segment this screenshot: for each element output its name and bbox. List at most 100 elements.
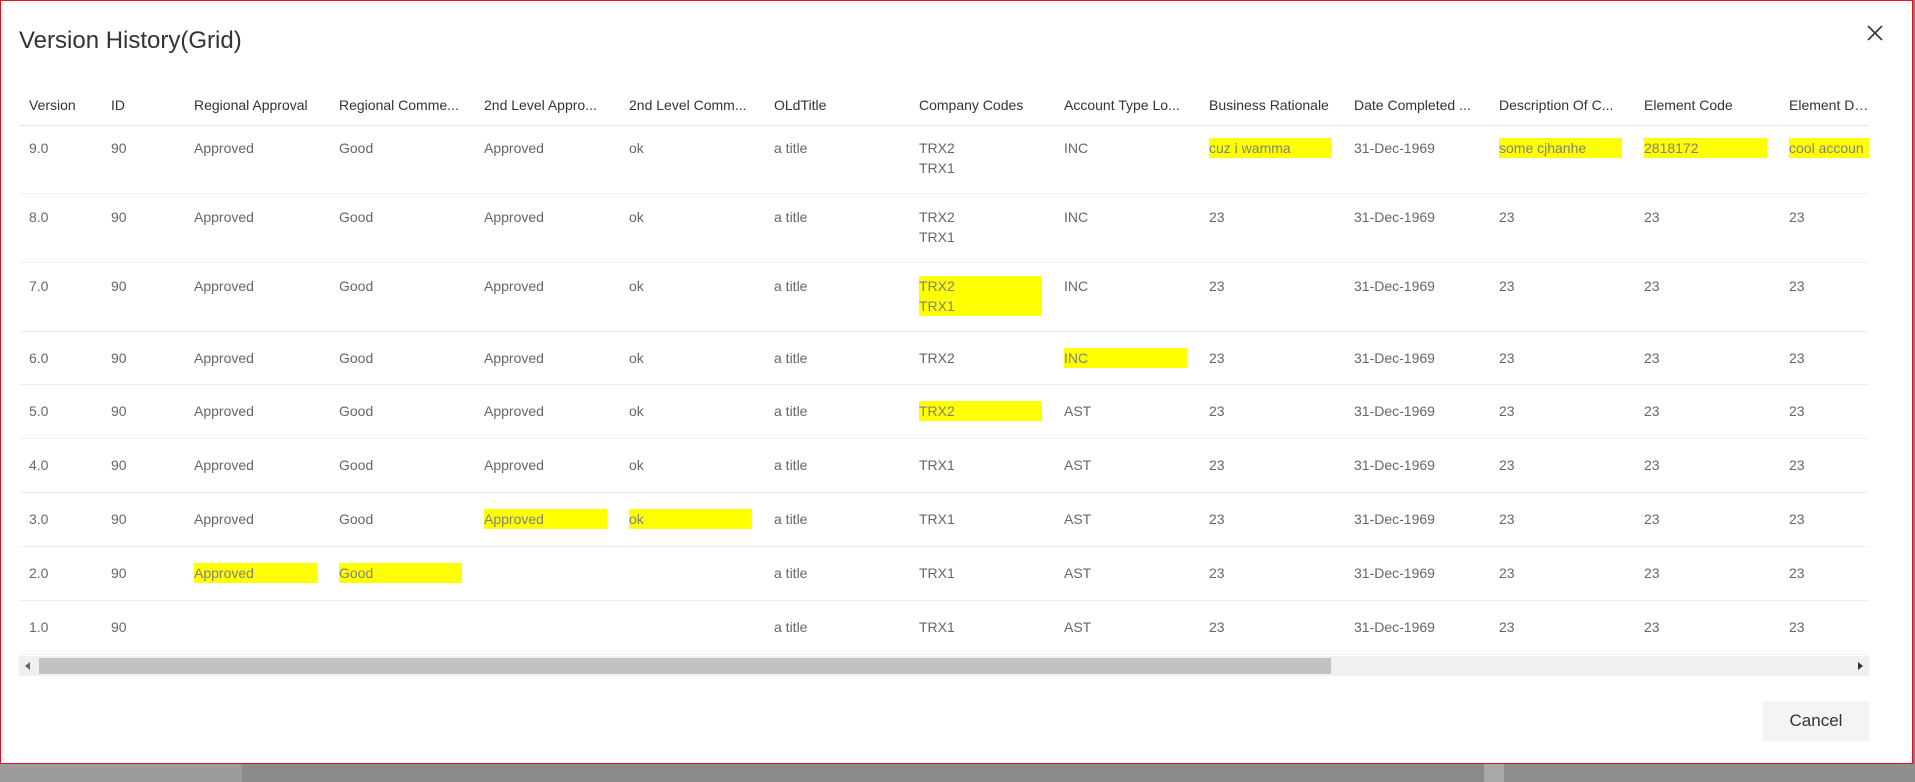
table-row[interactable]: 4.0 90 Approved Good Approved ok a title TRX1 AS… xyxy=(19,439,1869,493)
cell-text: 23 xyxy=(1499,619,1515,635)
table-row[interactable]: 7.0 90 Approved Good Approved ok a title TRX2 TR… xyxy=(19,263,1869,332)
column-header[interactable]: Element Code xyxy=(1644,97,1764,113)
table-cell: 23 xyxy=(1789,455,1869,475)
table-cell: ok xyxy=(629,348,752,368)
table-cell: 23 xyxy=(1789,401,1869,421)
table-cell: 23 xyxy=(1644,509,1767,529)
table-row[interactable]: 8.0 90 Approved Good Approved ok a title TRX2 TR… xyxy=(19,194,1869,263)
cell-text: 23 xyxy=(1644,619,1660,635)
background-strip xyxy=(0,764,1915,782)
cell-text: Good xyxy=(339,140,374,156)
table-row[interactable]: 2.0 90 Approved Good a title TRX1 AST 23 31-Dec-… xyxy=(19,547,1869,601)
cell-text: TRX1 xyxy=(919,619,955,635)
table-row[interactable]: 3.0 90 Approved Good Approved ok a title TRX1 AS… xyxy=(19,493,1869,547)
table-row[interactable]: 1.0 90 a title TRX1 AST 23 31-Dec-1969 23 23 23 xyxy=(19,601,1869,655)
table-cell: Approved xyxy=(484,401,607,421)
table-row[interactable]: 5.0 90 Approved Good Approved ok a title TRX2 AS… xyxy=(19,385,1869,439)
scroll-right-arrow-icon[interactable] xyxy=(1851,656,1869,676)
column-header[interactable]: Company Codes xyxy=(919,97,1039,113)
cell-text: Good xyxy=(339,457,374,473)
cell-text: Approved xyxy=(484,140,544,156)
column-header[interactable]: 2nd Level Comm... xyxy=(629,97,749,113)
column-header[interactable]: Date Completed ... xyxy=(1354,97,1474,113)
cell-text: 2.0 xyxy=(29,565,49,581)
cell-text: AST xyxy=(1064,565,1092,581)
table-cell: INC xyxy=(1064,276,1187,296)
cell-text: INC xyxy=(1064,209,1089,225)
table-cell: Approved xyxy=(484,207,607,227)
column-header[interactable]: Account Type Lo... xyxy=(1064,97,1184,113)
cancel-button[interactable]: Cancel xyxy=(1763,701,1869,741)
table-cell: Good xyxy=(339,276,462,296)
cell-text: Good xyxy=(339,565,374,581)
table-row[interactable]: 9.0 90 Approved Good Approved ok a title TRX2 TR… xyxy=(19,125,1869,194)
scroll-left-arrow-icon[interactable] xyxy=(19,656,37,676)
scrollbar-thumb[interactable] xyxy=(39,658,1331,674)
cell-text: INC xyxy=(1064,140,1089,156)
table-cell: 5.0 xyxy=(29,401,107,421)
column-header[interactable]: Regional Approval xyxy=(194,97,314,113)
column-header[interactable]: 2nd Level Appro... xyxy=(484,97,604,113)
table-cell: ok xyxy=(629,207,752,227)
cell-text: 23 xyxy=(1209,209,1225,225)
cell-text: 23 xyxy=(1644,457,1660,473)
table-cell: a title xyxy=(774,509,897,529)
cell-text: 23 xyxy=(1209,403,1225,419)
table-cell: TRX2 xyxy=(919,348,1042,368)
table-cell: INC xyxy=(1064,207,1187,227)
cell-text: Approved xyxy=(194,457,254,473)
table-row[interactable]: 6.0 90 Approved Good Approved ok a title TRX2 IN… xyxy=(19,332,1869,385)
table-cell: a title xyxy=(774,617,897,637)
horizontal-scrollbar[interactable] xyxy=(19,656,1869,676)
column-header[interactable]: ID xyxy=(111,97,186,113)
table-cell: 90 xyxy=(111,455,189,475)
cell-text: Approved xyxy=(484,278,544,294)
cell-text: 31-Dec-1969 xyxy=(1354,209,1435,225)
column-header[interactable]: Version xyxy=(29,97,104,113)
cell-text: Approved xyxy=(484,403,544,419)
cell-text: Approved xyxy=(194,511,254,527)
cell-text: 1.0 xyxy=(29,619,49,635)
table-cell: Approved xyxy=(194,563,317,583)
cell-text: 90 xyxy=(111,619,127,635)
table-cell: 23 xyxy=(1789,509,1869,529)
table-cell: 2.0 xyxy=(29,563,107,583)
table-cell: 90 xyxy=(111,348,189,368)
table-cell: a title xyxy=(774,207,897,227)
table-cell: 23 xyxy=(1209,455,1332,475)
column-header[interactable]: Description Of C... xyxy=(1499,97,1619,113)
table-cell: Approved xyxy=(194,138,317,158)
cell-text: Approved xyxy=(484,457,544,473)
table-cell: 23 xyxy=(1499,455,1622,475)
cell-text: 90 xyxy=(111,565,127,581)
cell-text: 90 xyxy=(111,278,127,294)
table-cell: Good xyxy=(339,509,462,529)
table-cell: Approved xyxy=(484,455,607,475)
cell-text: 23 xyxy=(1644,278,1660,294)
column-header[interactable]: OLdTitle xyxy=(774,97,894,113)
table-cell: 23 xyxy=(1644,617,1767,637)
cell-text: cool accoun xyxy=(1789,140,1864,156)
table-cell: Approved xyxy=(484,509,607,529)
cell-text: 8.0 xyxy=(29,209,49,225)
cell-text: 31-Dec-1969 xyxy=(1354,457,1435,473)
table-cell: Approved xyxy=(194,348,317,368)
cell-text: 31-Dec-1969 xyxy=(1354,619,1435,635)
table-cell: 23 xyxy=(1644,207,1767,227)
close-icon[interactable] xyxy=(1861,19,1889,47)
table-cell: 90 xyxy=(111,617,189,637)
column-header[interactable]: Regional Comme... xyxy=(339,97,459,113)
cell-text: a title xyxy=(774,140,808,156)
table-cell: AST xyxy=(1064,455,1187,475)
cell-text: Approved xyxy=(194,350,254,366)
table-cell: 90 xyxy=(111,276,189,296)
table-cell: Approved xyxy=(194,276,317,296)
cell-text: TRX1 xyxy=(919,298,955,314)
table-cell: 90 xyxy=(111,563,189,583)
cell-text: 23 xyxy=(1499,403,1515,419)
cell-text: a title xyxy=(774,511,808,527)
table-cell: 23 xyxy=(1499,617,1622,637)
table-cell: Approved xyxy=(194,207,317,227)
column-header[interactable]: Element Des xyxy=(1789,97,1869,113)
column-header[interactable]: Business Rationale xyxy=(1209,97,1329,113)
